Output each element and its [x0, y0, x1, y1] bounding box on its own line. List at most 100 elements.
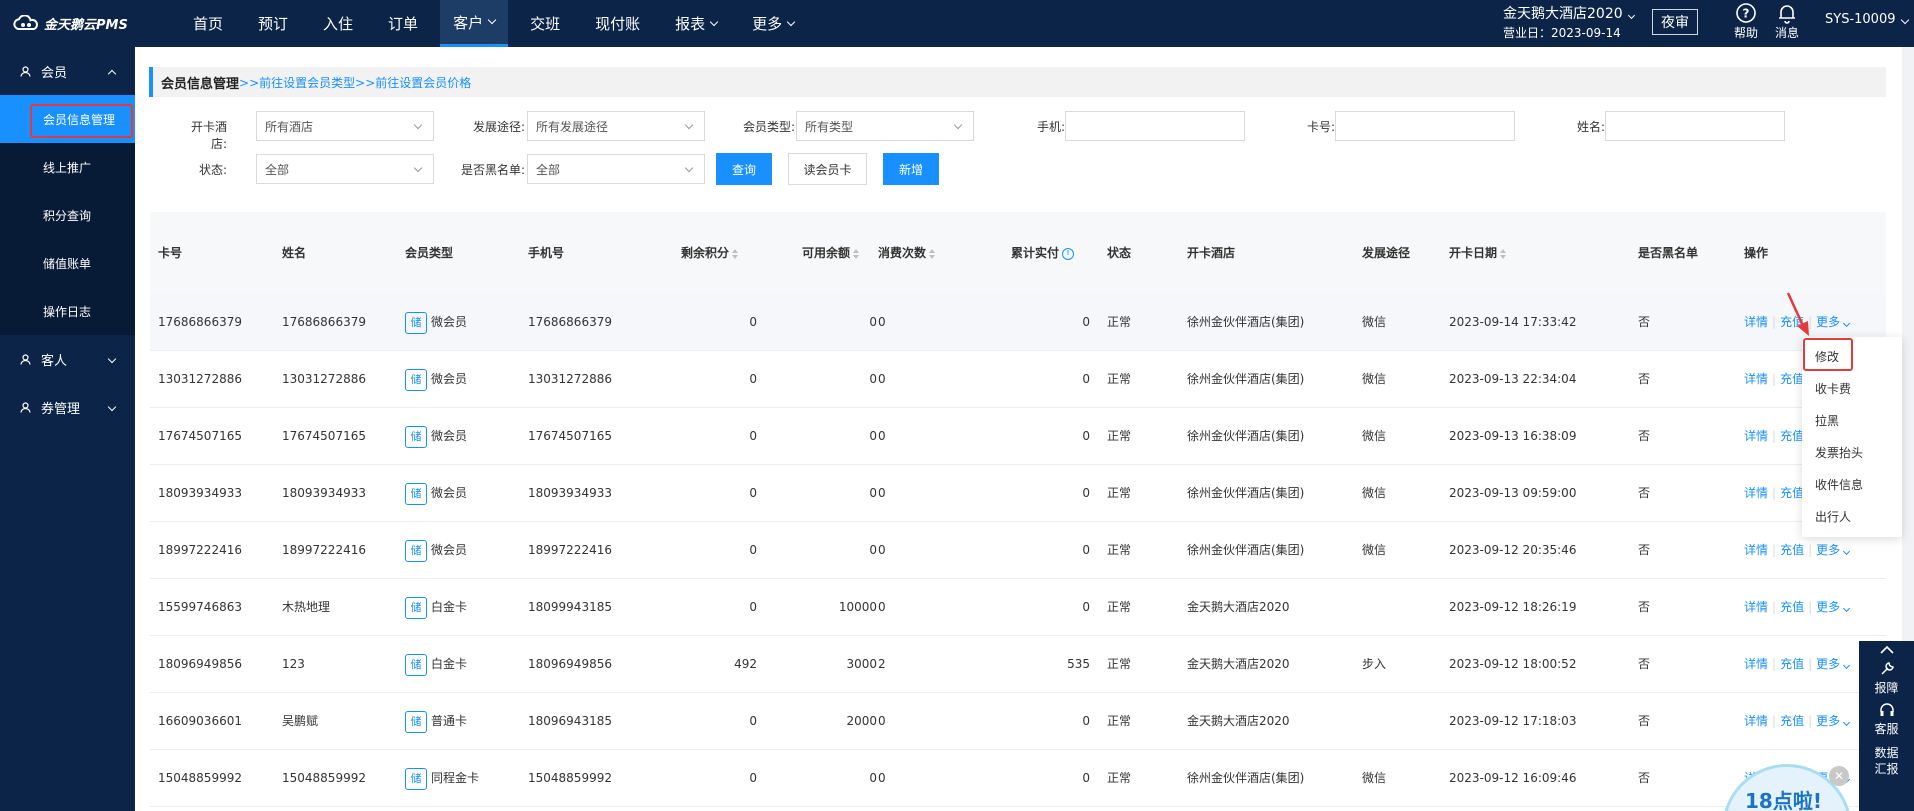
nav-more[interactable]: 更多 — [739, 0, 807, 47]
link-member-price[interactable]: >>前往设置会员价格 — [355, 74, 471, 91]
hotel-selector[interactable]: 金天鹅大酒店2020 营业日：2023-09-14 — [1503, 3, 1635, 41]
recharge-link[interactable]: 充值 — [1780, 657, 1804, 671]
th-label: 操作 — [1744, 246, 1769, 260]
messages-button[interactable]: 消息 — [1769, 2, 1805, 41]
cell-text: 否 — [1638, 486, 1651, 500]
detail-link[interactable]: 详情 — [1744, 486, 1768, 500]
status-select[interactable]: 全部 — [256, 154, 434, 184]
th-points[interactable]: 剩余积分 — [681, 212, 739, 294]
recharge-link[interactable]: 充值 — [1780, 372, 1804, 386]
recharge-link[interactable]: 充值 — [1780, 600, 1804, 614]
cell-phone: 15048859992 — [528, 750, 612, 807]
blacklist-select[interactable]: 全部 — [527, 154, 705, 184]
cell-text: 18997222416 — [158, 543, 242, 557]
close-icon[interactable]: ✕ — [1829, 766, 1849, 786]
sort-icon[interactable] — [929, 248, 936, 259]
detail-link[interactable]: 详情 — [1744, 714, 1768, 728]
menu-item-blacklist[interactable]: 拉黑 — [1802, 405, 1902, 437]
data-report-button[interactable]: 数据汇报 — [1873, 745, 1901, 777]
nav-label: 预订 — [258, 15, 289, 33]
nav-cash-account[interactable]: 现付账 — [582, 0, 653, 47]
recharge-link[interactable]: 充值 — [1780, 543, 1804, 557]
more-link[interactable]: 更多 — [1816, 657, 1851, 671]
cell-text: 2023-09-12 18:00:52 — [1449, 657, 1577, 671]
channel-select[interactable]: 所有发展途径 — [527, 111, 705, 141]
cell-points: 0 — [749, 693, 757, 750]
nav-checkin[interactable]: 入住 — [310, 0, 366, 47]
card-input[interactable] — [1335, 111, 1515, 141]
divider: | — [1808, 600, 1813, 614]
menu-item-travelers[interactable]: 出行人 — [1802, 501, 1902, 533]
sidebar-group-coupon[interactable]: 券管理 — [0, 383, 135, 431]
current-user[interactable]: SYS-10009 — [1825, 12, 1909, 27]
collapse-toolbar-button[interactable] — [1859, 645, 1914, 655]
nav-reports[interactable]: 报表 — [662, 0, 730, 47]
more-link[interactable]: 更多 — [1816, 714, 1851, 728]
cell-hotel: 金天鹅大酒店2020 — [1187, 579, 1290, 636]
detail-link[interactable]: 详情 — [1744, 657, 1768, 671]
nav-customer[interactable]: 客户 — [440, 0, 509, 47]
read-card-button[interactable]: 读会员卡 — [788, 153, 867, 185]
nav-label: 交班 — [530, 15, 561, 33]
nav-reservation[interactable]: 预订 — [245, 0, 301, 47]
th-name: 姓名 — [282, 212, 306, 294]
more-label: 更多 — [1816, 315, 1841, 329]
sort-icon[interactable] — [732, 248, 739, 259]
th-label: 状态 — [1107, 246, 1132, 260]
more-link[interactable]: 更多 — [1816, 315, 1851, 329]
recharge-link[interactable]: 充值 — [1780, 429, 1804, 443]
sort-icon[interactable] — [1500, 248, 1507, 259]
detail-link[interactable]: 详情 — [1744, 600, 1768, 614]
menu-item-invoice-title[interactable]: 发票抬头 — [1802, 437, 1902, 469]
menu-item-receiver-info[interactable]: 收件信息 — [1802, 469, 1902, 501]
add-button[interactable]: 新增 — [883, 153, 939, 185]
cell-balance: 0 — [869, 750, 877, 807]
link-member-type[interactable]: >>前往设置会员类型 — [239, 74, 355, 91]
detail-link[interactable]: 详情 — [1744, 315, 1768, 329]
th-date[interactable]: 开卡日期 — [1449, 212, 1507, 294]
divider: | — [1808, 657, 1813, 671]
nav-orders[interactable]: 订单 — [375, 0, 431, 47]
more-link[interactable]: 更多 — [1816, 543, 1851, 557]
cell-date: 2023-09-12 16:09:46 — [1449, 750, 1576, 807]
sort-icon[interactable] — [853, 248, 860, 259]
cell-text: 徐州金伙伴酒店(集团) — [1187, 486, 1305, 500]
stored-value-badge: 储 — [405, 710, 427, 733]
th-count[interactable]: 消费次数 — [878, 212, 936, 294]
th-balance[interactable]: 可用余额 — [802, 212, 860, 294]
sidebar-item-online-promo[interactable]: 线上推广 — [0, 143, 135, 191]
detail-link[interactable]: 详情 — [1744, 429, 1768, 443]
member-type-select[interactable]: 所有类型 — [796, 111, 974, 141]
menu-item-card-fee[interactable]: 收卡费 — [1802, 373, 1902, 405]
nav-shift[interactable]: 交班 — [517, 0, 573, 47]
customer-service-button[interactable]: 客服 — [1859, 702, 1914, 737]
recharge-link[interactable]: 充值 — [1780, 714, 1804, 728]
nav-home[interactable]: 首页 — [180, 0, 236, 47]
more-link[interactable]: 更多 — [1816, 600, 1851, 614]
name-input[interactable] — [1605, 111, 1785, 141]
sidebar-item-points-query[interactable]: 积分查询 — [0, 191, 135, 239]
sidebar-item-stored-value[interactable]: 储值账单 — [0, 239, 135, 287]
cell-text: 微会员 — [431, 315, 468, 329]
sidebar-group-guest[interactable]: 客人 — [0, 335, 135, 383]
cell-status: 正常 — [1107, 579, 1131, 636]
recharge-link[interactable]: 充值 — [1780, 486, 1804, 500]
cell-card: 18093934933 — [158, 465, 242, 522]
cell-card: 17686866379 — [158, 294, 242, 351]
cell-text: 否 — [1638, 429, 1651, 443]
cell-text: 白金卡 — [431, 657, 468, 671]
help-button[interactable]: ? 帮助 — [1728, 2, 1764, 41]
query-button[interactable]: 查询 — [716, 153, 772, 185]
phone-input[interactable] — [1065, 111, 1245, 141]
cell-balance: 0 — [869, 351, 877, 408]
info-icon[interactable]: i — [1062, 247, 1075, 260]
night-audit-button[interactable]: 夜审 — [1652, 9, 1698, 35]
detail-link[interactable]: 详情 — [1744, 543, 1768, 557]
report-fault-button[interactable]: 报障 — [1859, 661, 1914, 696]
open-hotel-select[interactable]: 所有酒店 — [256, 111, 434, 141]
sidebar-item-op-log[interactable]: 操作日志 — [0, 287, 135, 335]
sidebar-group-member[interactable]: 会员 — [0, 47, 135, 95]
detail-link[interactable]: 详情 — [1744, 372, 1768, 386]
app-logo[interactable]: 金天鹅云PMS — [12, 12, 128, 34]
th-card: 卡号 — [158, 212, 182, 294]
